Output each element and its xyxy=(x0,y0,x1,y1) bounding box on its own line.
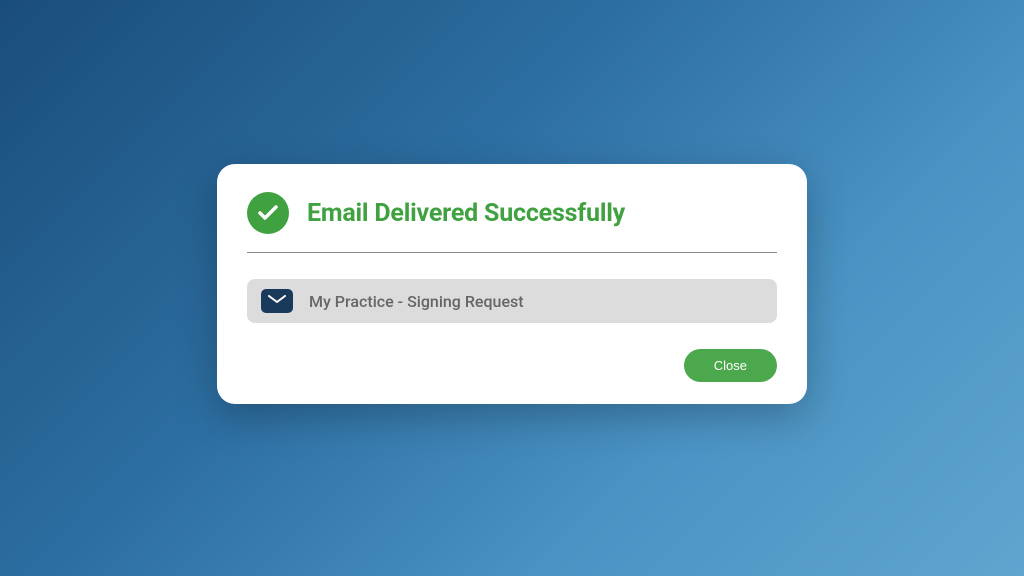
envelope-icon xyxy=(261,289,293,313)
modal-title: Email Delivered Successfully xyxy=(307,199,625,228)
close-button[interactable]: Close xyxy=(684,349,777,382)
success-checkmark-icon xyxy=(247,192,289,234)
email-subject: My Practice - Signing Request xyxy=(309,292,524,311)
modal-header: Email Delivered Successfully xyxy=(247,192,777,253)
modal-footer: Close xyxy=(247,349,777,382)
success-modal: Email Delivered Successfully My Practice… xyxy=(217,164,807,404)
email-item[interactable]: My Practice - Signing Request xyxy=(247,279,777,323)
